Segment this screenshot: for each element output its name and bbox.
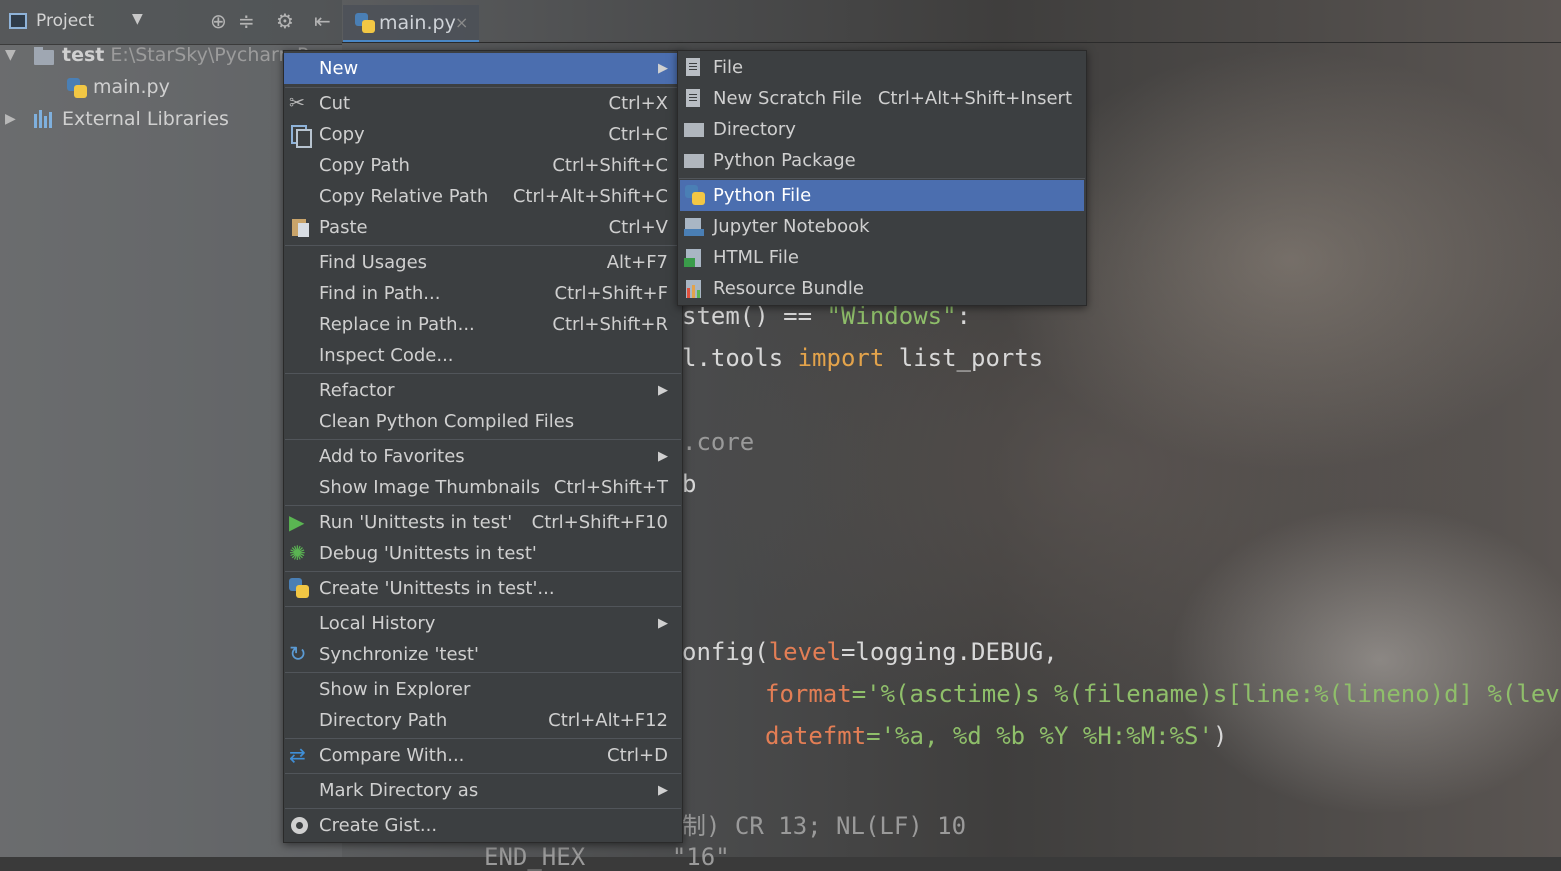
close-icon[interactable]: × — [455, 13, 468, 32]
menu-separator — [285, 571, 681, 572]
resource-bundle-icon — [683, 278, 705, 299]
code-line: onfig(level=logging.DEBUG, — [682, 638, 1058, 666]
submenu-arrow-icon: ▶ — [658, 449, 668, 464]
submenu-item-directory[interactable]: Directory — [678, 114, 1086, 145]
expand-triangle-icon[interactable]: ▼ — [5, 47, 16, 63]
menu-item-local-history[interactable]: Local History ▶ — [284, 608, 682, 639]
tree-root-name: test — [62, 44, 105, 66]
menu-item-cut[interactable]: ✂ Cut Ctrl+X — [284, 88, 682, 119]
menu-item-create-gist[interactable]: Create Gist... — [284, 810, 682, 841]
menu-item-mark-directory-as[interactable]: Mark Directory as ▶ — [284, 775, 682, 806]
submenu-item-resource-bundle[interactable]: Resource Bundle — [678, 273, 1086, 304]
copy-icon — [289, 124, 312, 148]
menu-item-debug-unittests[interactable]: ✺ Debug 'Unittests in test' — [284, 538, 682, 569]
menu-separator — [285, 606, 681, 607]
menu-item-synchronize[interactable]: ↻ Synchronize 'test' — [284, 639, 682, 670]
code-line: stem() == "Windows": — [682, 302, 971, 330]
gear-icon[interactable]: ⚙ — [276, 9, 294, 33]
sync-icon: ↻ — [289, 642, 307, 666]
tree-item-main-py[interactable]: main.py — [93, 76, 170, 98]
menu-item-add-to-favorites[interactable]: Add to Favorites ▶ — [284, 441, 682, 472]
menu-item-copy[interactable]: Copy Ctrl+C — [284, 119, 682, 150]
menu-separator — [285, 808, 681, 809]
file-icon — [686, 58, 700, 76]
code-line: .core — [682, 428, 755, 456]
menu-item-find-usages[interactable]: Find Usages Alt+F7 — [284, 247, 682, 278]
submenu-item-jupyter-notebook[interactable]: Jupyter Notebook — [678, 211, 1086, 242]
menu-item-create-unittests[interactable]: Create 'Unittests in test'... — [284, 573, 682, 604]
project-panel-header: Project ▼ ⊕ ≑ ⚙ ⇤ — [0, 0, 342, 45]
menu-item-clean-python-compiled[interactable]: Clean Python Compiled Files — [284, 406, 682, 437]
tree-root-path: E:\StarSky\PycharmP — [110, 44, 309, 66]
code-line: format='%(asctime)s %(filename)s[line:%(… — [765, 680, 1561, 708]
submenu-arrow-icon: ▶ — [658, 783, 668, 798]
menu-separator — [679, 178, 1085, 179]
project-view-icon — [9, 13, 27, 29]
submenu-arrow-icon: ▶ — [658, 61, 668, 76]
chevron-down-icon[interactable]: ▼ — [132, 11, 143, 27]
python-file-icon — [685, 185, 707, 206]
menu-item-find-in-path[interactable]: Find in Path... Ctrl+Shift+F — [284, 278, 682, 309]
submenu-arrow-icon: ▶ — [658, 383, 668, 398]
context-menu: New ▶ ✂ Cut Ctrl+X Copy Ctrl+C Copy Path Ctr… — [283, 50, 683, 843]
menu-item-new[interactable]: New ▶ — [284, 53, 682, 84]
submenu-item-new-scratch-file[interactable]: New Scratch File Ctrl+Alt+Shift+Insert — [678, 83, 1086, 114]
menu-separator — [285, 505, 681, 506]
menu-separator — [285, 439, 681, 440]
code-line: 制) CR 13; NL(LF) 10 — [682, 812, 967, 840]
libraries-icon — [34, 110, 56, 128]
menu-item-compare-with[interactable]: ⇄ Compare With... Ctrl+D — [284, 740, 682, 771]
hide-panel-icon[interactable]: ⇤ — [314, 9, 331, 33]
package-icon — [684, 154, 704, 168]
tab-main-py[interactable]: main.py × — [343, 5, 479, 43]
python-icon — [289, 578, 311, 599]
html-file-icon — [683, 247, 705, 268]
code-line: datefmt='%a, %d %b %Y %H:%M:%S') — [765, 722, 1228, 750]
collapse-all-icon[interactable]: ≑ — [238, 9, 255, 33]
submenu-arrow-icon: ▶ — [658, 616, 668, 631]
bug-icon: ✺ — [289, 541, 306, 565]
scissors-icon: ✂ — [289, 92, 305, 114]
github-icon — [289, 815, 311, 836]
code-line: b — [682, 470, 697, 498]
code-line: END_HEX "16" — [484, 843, 730, 871]
compare-icon: ⇄ — [289, 743, 306, 767]
menu-item-copy-path[interactable]: Copy Path Ctrl+Shift+C — [284, 150, 682, 181]
tree-item-test[interactable]: test E:\StarSky\PycharmP — [62, 44, 309, 66]
clipboard-icon — [289, 217, 311, 238]
menu-separator — [285, 245, 681, 246]
tab-label: main.py — [379, 12, 456, 34]
menu-item-copy-relative-path[interactable]: Copy Relative Path Ctrl+Alt+Shift+C — [284, 181, 682, 212]
menu-separator — [285, 738, 681, 739]
scratch-file-icon — [686, 89, 700, 107]
menu-item-inspect-code[interactable]: Inspect Code... — [284, 340, 682, 371]
menu-item-paste[interactable]: Paste Ctrl+V — [284, 212, 682, 243]
menu-item-show-image-thumbnails[interactable]: Show Image Thumbnails Ctrl+Shift+T — [284, 472, 682, 503]
python-file-icon — [355, 13, 375, 33]
folder-icon — [34, 47, 54, 65]
submenu-item-python-file[interactable]: Python File — [680, 180, 1084, 211]
menu-separator — [285, 373, 681, 374]
menu-separator — [285, 672, 681, 673]
project-panel-title[interactable]: Project — [36, 11, 94, 31]
new-submenu: File New Scratch File Ctrl+Alt+Shift+Inse… — [677, 50, 1087, 306]
menu-item-refactor[interactable]: Refactor ▶ — [284, 375, 682, 406]
locate-icon[interactable]: ⊕ — [210, 9, 227, 33]
menu-item-directory-path[interactable]: Directory Path Ctrl+Alt+F12 — [284, 705, 682, 736]
menu-item-show-in-explorer[interactable]: Show in Explorer — [284, 674, 682, 705]
menu-separator — [285, 773, 681, 774]
folder-icon — [684, 123, 704, 137]
tree-item-external-libraries[interactable]: External Libraries — [62, 108, 229, 130]
python-file-icon — [67, 78, 87, 98]
submenu-item-html-file[interactable]: HTML File — [678, 242, 1086, 273]
code-line: l.tools import list_ports — [682, 344, 1044, 372]
collapsed-triangle-icon[interactable]: ▶ — [5, 111, 16, 127]
jupyter-notebook-icon — [683, 216, 705, 237]
submenu-item-python-package[interactable]: Python Package — [678, 145, 1086, 176]
submenu-item-file[interactable]: File — [678, 52, 1086, 83]
run-icon: ▶ — [289, 510, 305, 534]
menu-item-run-unittests[interactable]: ▶ Run 'Unittests in test' Ctrl+Shift+F10 — [284, 507, 682, 538]
menu-item-replace-in-path[interactable]: Replace in Path... Ctrl+Shift+R — [284, 309, 682, 340]
tab-bar-divider — [342, 42, 1561, 43]
